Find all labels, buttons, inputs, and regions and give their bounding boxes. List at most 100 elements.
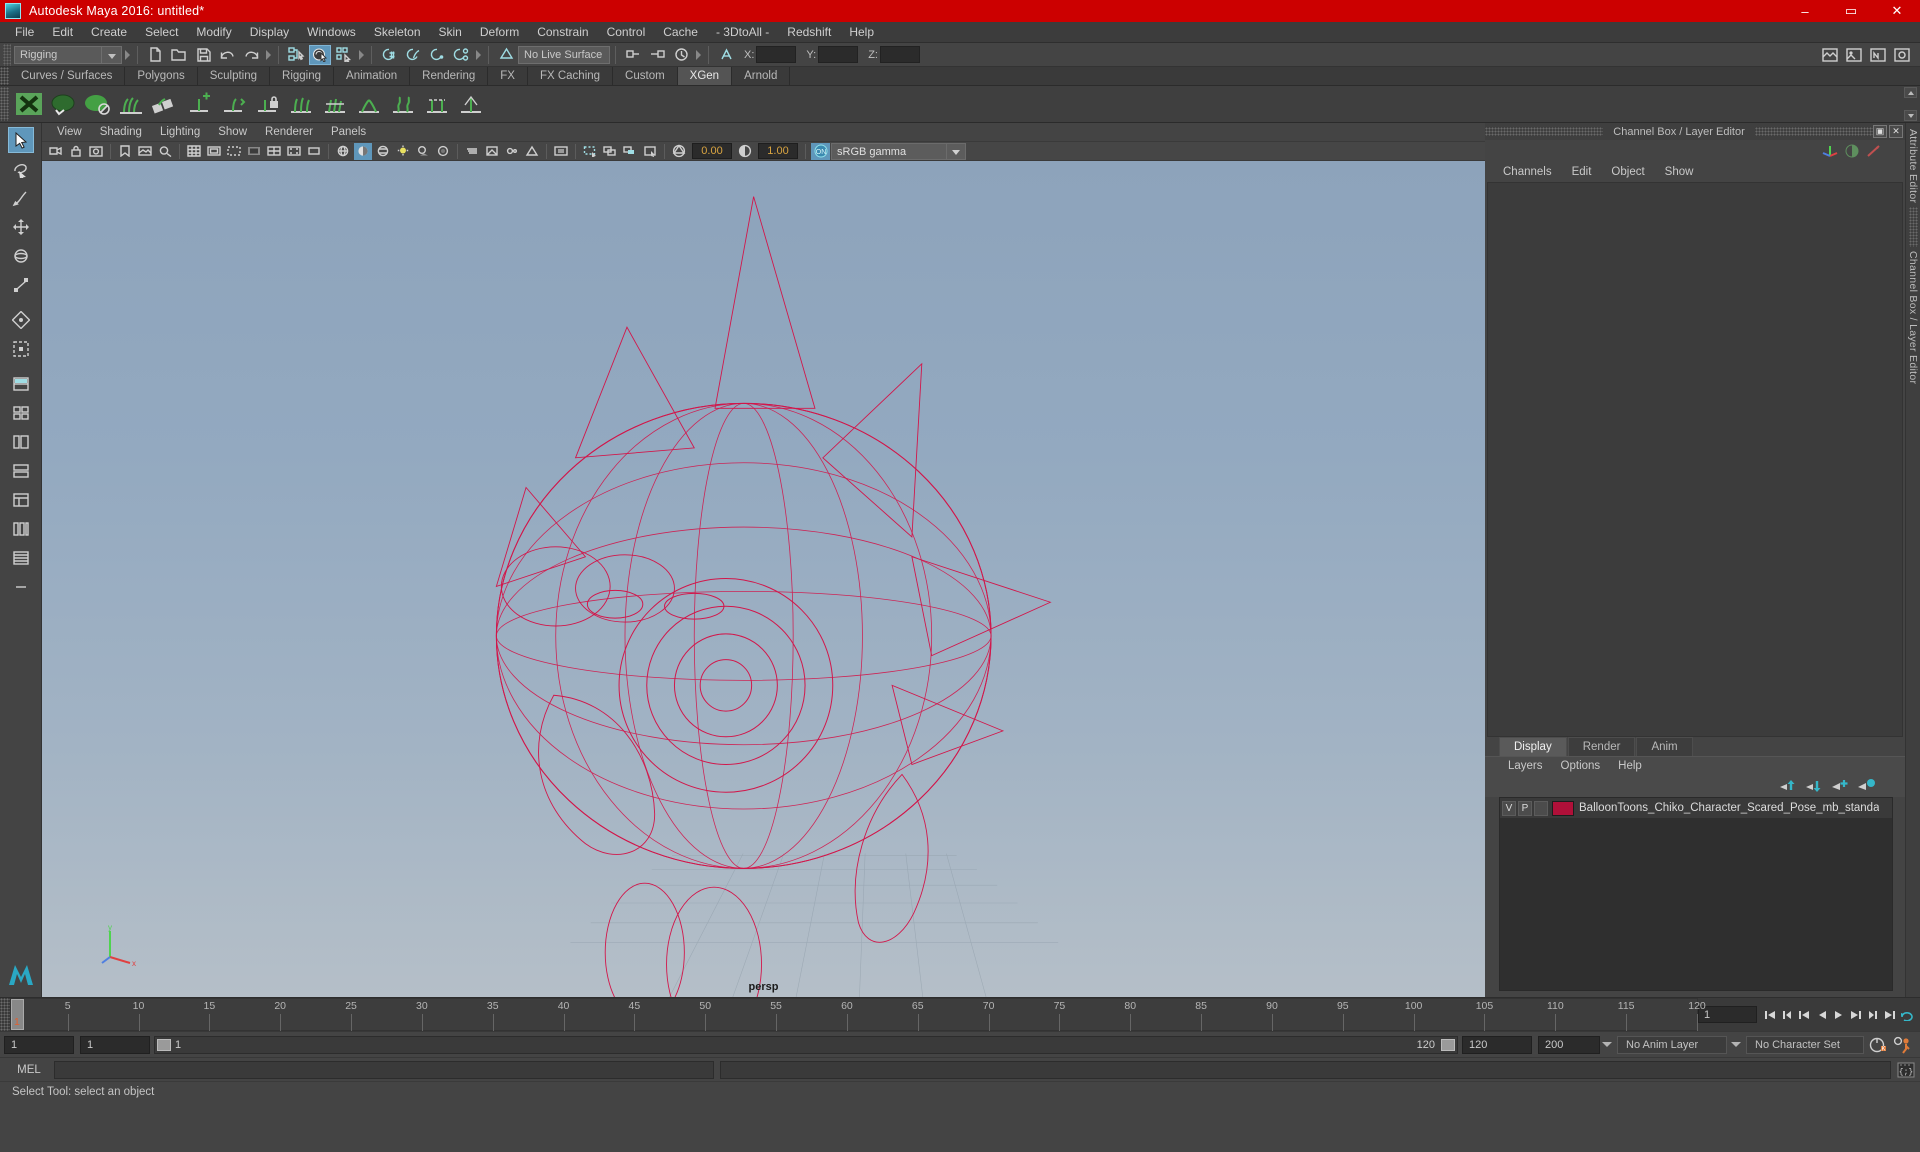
coord-x-field[interactable]	[756, 46, 797, 63]
go-to-start-icon[interactable]	[1761, 1006, 1778, 1024]
undo-icon[interactable]	[216, 45, 238, 65]
motion-blur-icon[interactable]	[463, 143, 481, 160]
xgen-create-description-icon[interactable]	[47, 88, 79, 120]
live-surface-field[interactable]: No Live Surface	[518, 45, 610, 64]
auto-keyframe-icon[interactable]: K	[1866, 1034, 1890, 1056]
minimize-button[interactable]: –	[1782, 0, 1828, 22]
lock-camera-icon[interactable]	[67, 143, 85, 160]
snap-group-arrow-icon[interactable]	[473, 45, 483, 65]
exposure-icon[interactable]	[670, 143, 688, 160]
script-editor-icon[interactable]: {;}	[1896, 1060, 1916, 1080]
coord-y-field[interactable]	[818, 46, 859, 63]
current-frame-field[interactable]: 1	[1697, 1006, 1758, 1023]
output-connections-icon[interactable]	[646, 45, 668, 65]
xgen-create-collection-icon[interactable]	[81, 88, 113, 120]
shelf-tab-xgen[interactable]: XGen	[677, 67, 733, 85]
toolbar-collapse-arrow-icon[interactable]	[122, 45, 132, 65]
xray-textures-icon[interactable]	[641, 143, 659, 160]
grid-icon[interactable]	[185, 143, 203, 160]
animation-preferences-icon[interactable]	[1890, 1034, 1916, 1056]
step-forward-keyframe-icon[interactable]	[1864, 1006, 1881, 1024]
shelf-tab-rendering[interactable]: Rendering	[410, 67, 489, 85]
shelf-tab-grip[interactable]	[0, 67, 9, 85]
safe-action-icon[interactable]	[285, 143, 303, 160]
panel-drag-dots-left[interactable]	[1485, 127, 1604, 136]
character-set-field[interactable]: No Character Set	[1746, 1035, 1864, 1054]
shelf-tab-rigging[interactable]: Rigging	[270, 67, 335, 85]
shadows-icon[interactable]	[414, 143, 432, 160]
panel-drag-dots-right[interactable]	[1754, 127, 1873, 136]
xray-active-components-icon[interactable]	[621, 143, 639, 160]
render-settings-icon[interactable]	[1891, 45, 1913, 65]
layer-row[interactable]: V P BalloonToons_Chiko_Character_Scared_…	[1500, 798, 1892, 818]
gamma-icon[interactable]	[736, 143, 754, 160]
create-new-layer-icon[interactable]	[1827, 776, 1853, 796]
save-scene-icon[interactable]	[192, 45, 214, 65]
command-input-field[interactable]	[54, 1060, 714, 1079]
tab-render[interactable]: Render	[1567, 737, 1636, 756]
play-backwards-icon[interactable]	[1813, 1006, 1830, 1024]
step-forward-frame-icon[interactable]	[1847, 1006, 1864, 1024]
select-camera-icon[interactable]	[47, 143, 65, 160]
safe-title-icon[interactable]	[305, 143, 323, 160]
shelf-grip[interactable]	[0, 87, 9, 121]
render-view-icon[interactable]	[1819, 45, 1841, 65]
undo-group-arrow-icon[interactable]	[263, 45, 273, 65]
xgen-region-icon[interactable]	[455, 88, 487, 120]
menu-display[interactable]: Display	[241, 22, 298, 43]
menu-file[interactable]: File	[6, 22, 43, 43]
menu-3dtoall[interactable]: - 3DtoAll -	[707, 22, 778, 43]
move-layer-up-icon[interactable]	[1775, 776, 1801, 796]
shelf-tab-animation[interactable]: Animation	[334, 67, 411, 85]
channel-menu-channels[interactable]: Channels	[1493, 162, 1562, 182]
xgen-lock-guide-icon[interactable]	[251, 88, 283, 120]
menu-edit[interactable]: Edit	[43, 22, 82, 43]
snap-to-grid-icon[interactable]	[378, 45, 400, 65]
menu-windows[interactable]: Windows	[298, 22, 365, 43]
channel-box-content[interactable]	[1487, 182, 1903, 737]
isolate-select-icon[interactable]	[552, 143, 570, 160]
move-tool-icon[interactable]	[8, 214, 34, 240]
shelf-scroll-down-icon[interactable]	[1904, 110, 1917, 121]
time-cursor[interactable]: 1	[11, 999, 24, 1030]
viewport-menu-shading[interactable]: Shading	[91, 123, 151, 141]
select-by-object-icon[interactable]	[309, 44, 331, 65]
scale-tool-icon[interactable]	[8, 272, 34, 298]
snap-to-projected-center-icon[interactable]	[450, 45, 472, 65]
ipr-render-icon[interactable]	[1867, 45, 1889, 65]
panel-undock-button[interactable]: ▣	[1873, 125, 1887, 138]
camera-attributes-icon[interactable]	[87, 143, 105, 160]
coord-z-field[interactable]	[879, 46, 920, 63]
select-by-hierarchy-icon[interactable]	[285, 45, 307, 65]
anti-alias-icon[interactable]	[523, 143, 541, 160]
xray-joints-icon[interactable]	[601, 143, 619, 160]
xgen-move-guide-icon[interactable]	[217, 88, 249, 120]
step-back-frame-icon[interactable]	[1796, 1006, 1813, 1024]
outliner-layout-icon[interactable]	[8, 545, 34, 571]
layer-menu-options[interactable]: Options	[1552, 757, 1610, 776]
anim-layer-field[interactable]: No Anim Layer	[1617, 1035, 1727, 1054]
rotate-tool-icon[interactable]	[8, 243, 34, 269]
menu-skeleton[interactable]: Skeleton	[365, 22, 430, 43]
character-wireframe-model[interactable]	[42, 161, 1485, 997]
hypershade-persp-layout-icon[interactable]	[8, 487, 34, 513]
absolute-transform-icon[interactable]	[715, 45, 737, 65]
xgen-groom-icon[interactable]	[115, 88, 147, 120]
layer-playback-toggle[interactable]: P	[1518, 800, 1532, 816]
anim-start-field[interactable]: 1	[4, 1035, 74, 1054]
channel-menu-object[interactable]: Object	[1601, 162, 1654, 182]
select-mask-arrow-icon[interactable]	[356, 45, 366, 65]
shelf-tab-polygons[interactable]: Polygons	[125, 67, 198, 85]
film-gate-icon[interactable]	[205, 143, 223, 160]
image-plane-icon[interactable]	[136, 143, 154, 160]
viewport-menu-panels[interactable]: Panels	[322, 123, 375, 141]
color-management-toggle-icon[interactable]: ON	[811, 142, 830, 160]
redo-icon[interactable]	[240, 45, 262, 65]
wireframe-icon[interactable]	[334, 143, 352, 160]
xgen-cut-icon[interactable]	[421, 88, 453, 120]
menu-constrain[interactable]: Constrain	[528, 22, 597, 43]
layer-menu-layers[interactable]: Layers	[1499, 757, 1552, 776]
menu-deform[interactable]: Deform	[471, 22, 528, 43]
shaded-textured-icon[interactable]	[374, 143, 392, 160]
channel-menu-edit[interactable]: Edit	[1562, 162, 1602, 182]
